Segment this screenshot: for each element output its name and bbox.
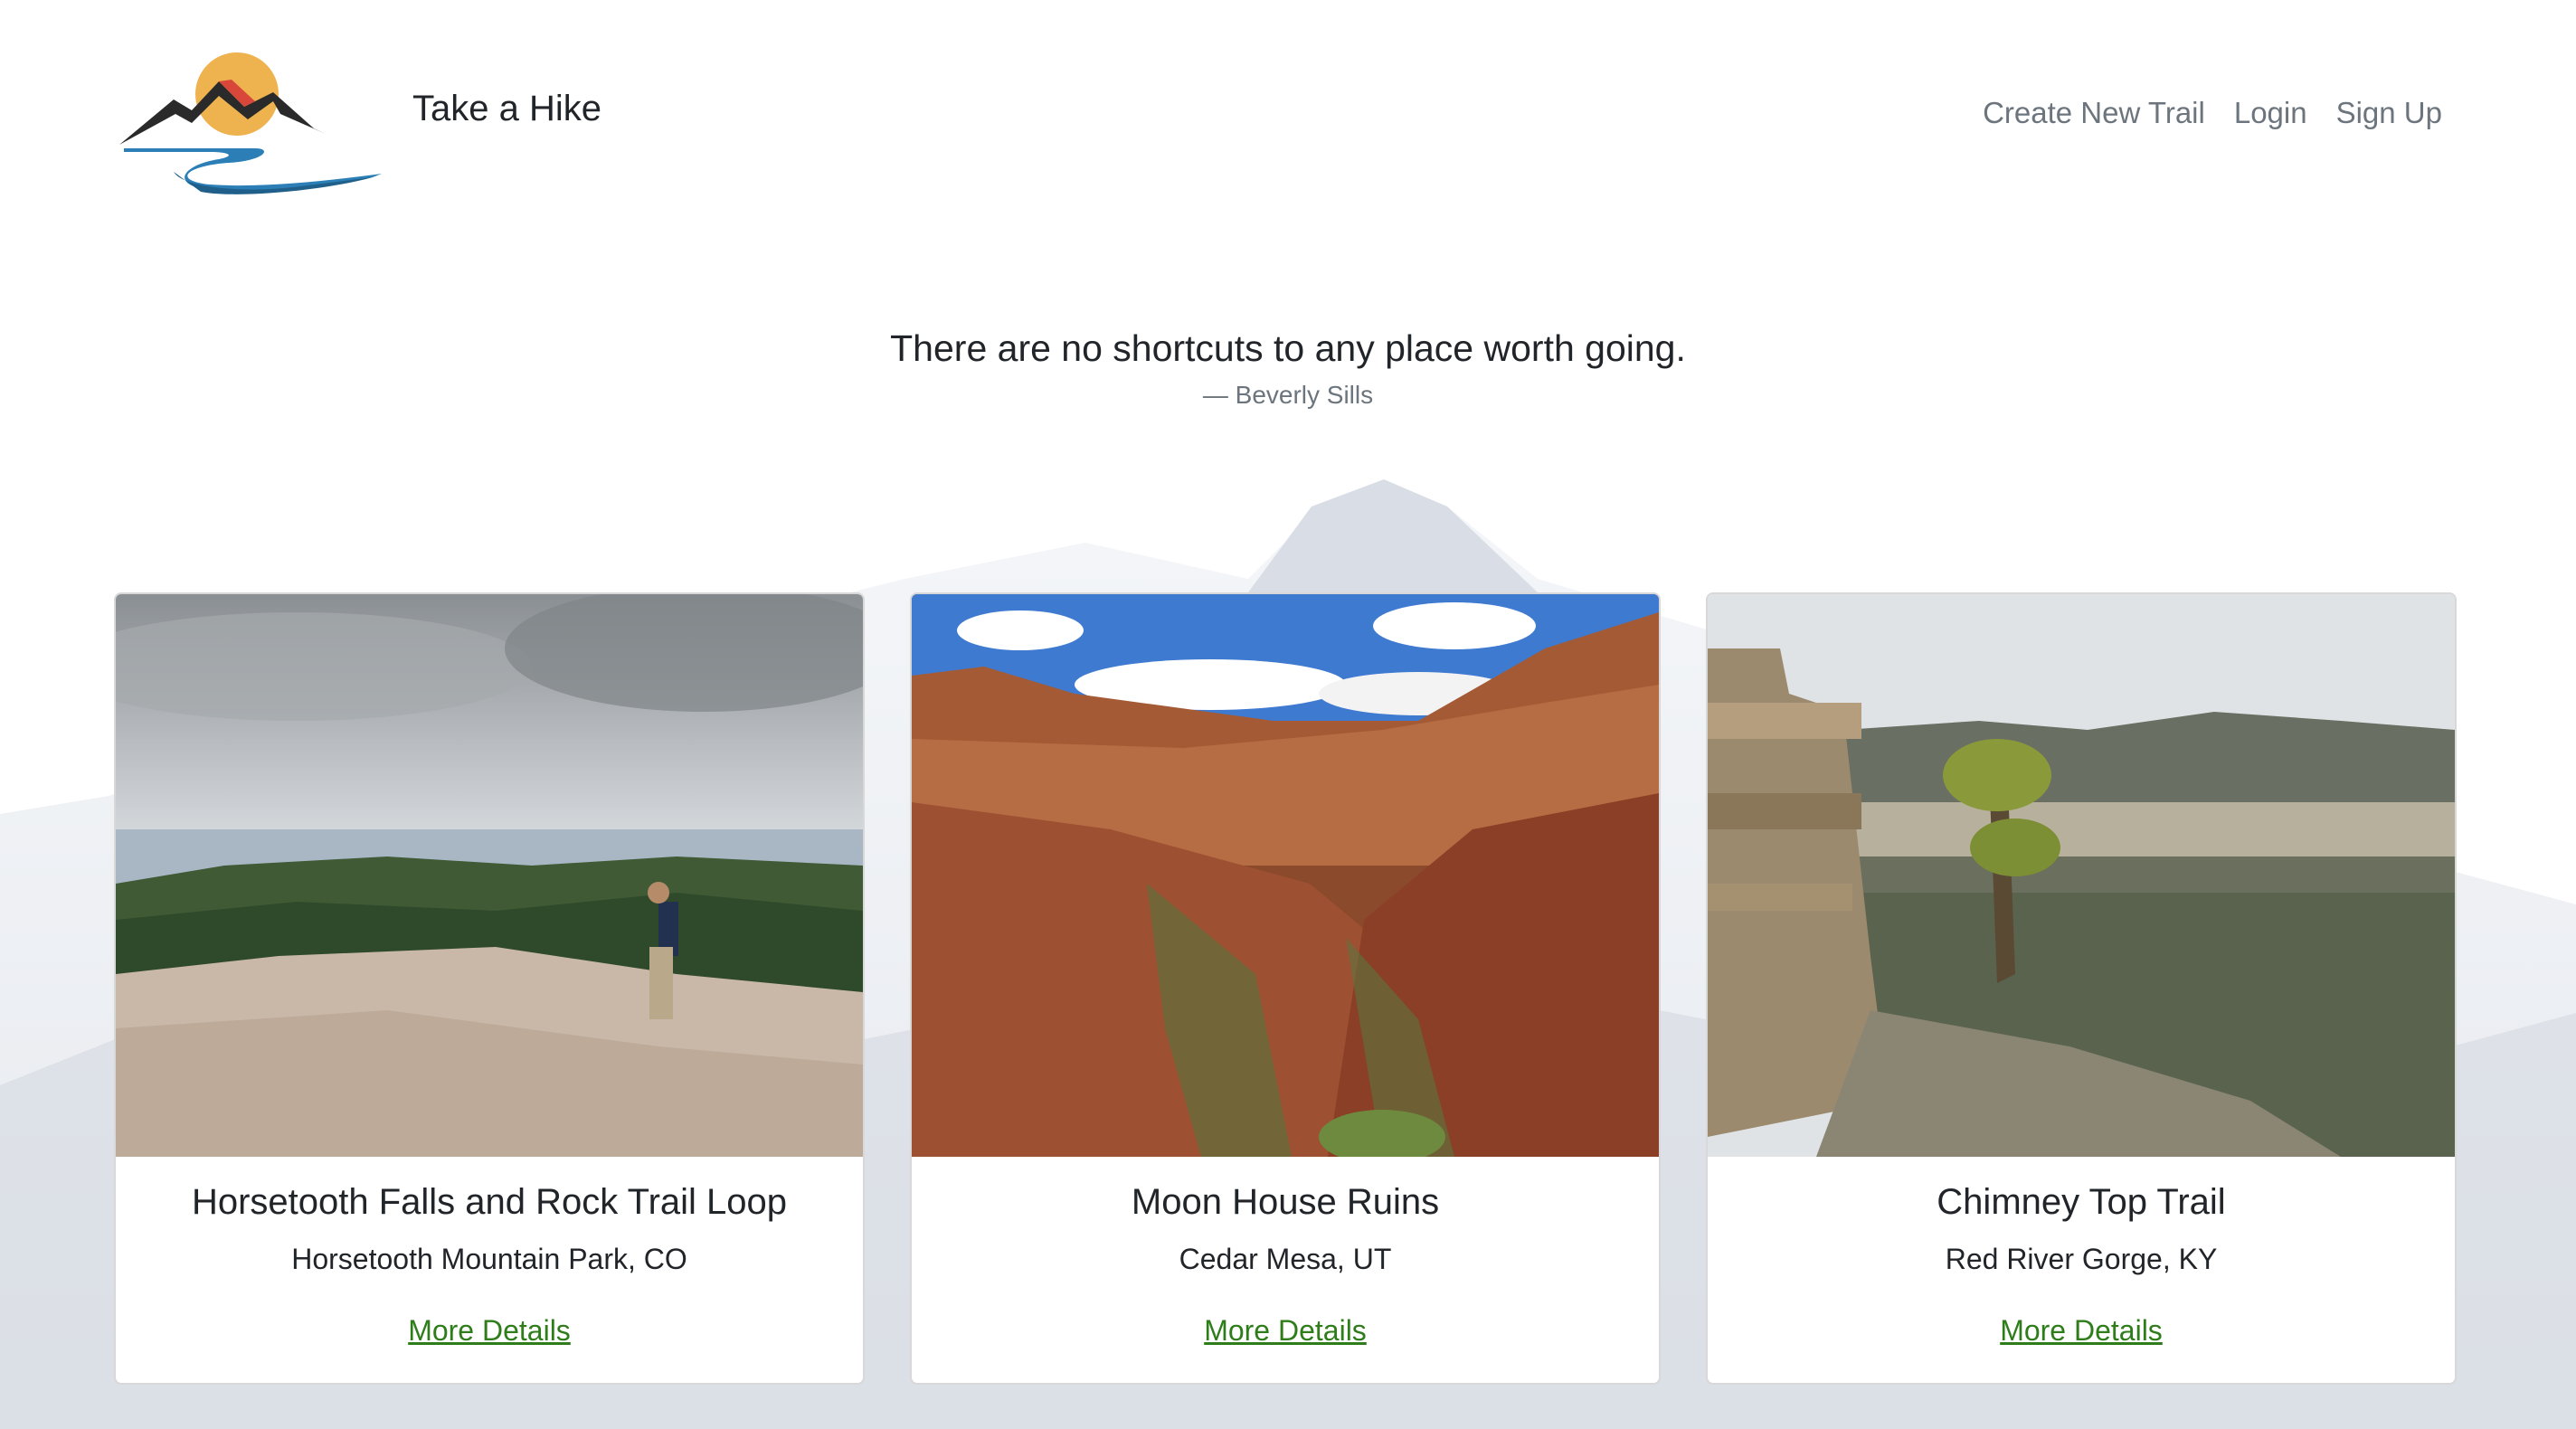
trail-card: Moon House Ruins Cedar Mesa, UT More Det… xyxy=(910,592,1661,1385)
quote-author: — Beverly Sills xyxy=(1202,381,1374,409)
trail-card-body: Moon House Ruins Cedar Mesa, UT More Det… xyxy=(912,1157,1659,1383)
quote-text: There are no shortcuts to any place wort… xyxy=(890,327,1686,369)
trail-name: Horsetooth Falls and Rock Trail Loop xyxy=(191,1182,788,1222)
trail-photo-chimney-top[interactable] xyxy=(1708,594,2455,1157)
trail-card: Horsetooth Falls and Rock Trail Loop Hor… xyxy=(114,592,865,1385)
nav-login[interactable]: Login xyxy=(2234,96,2307,130)
trail-location: Red River Gorge, KY xyxy=(1945,1243,2218,1275)
nav-links: Create New Trail Login Sign Up xyxy=(1983,96,2442,130)
trail-card: Chimney Top Trail Red River Gorge, KY Mo… xyxy=(1706,592,2457,1385)
nav-create-new-trail[interactable]: Create New Trail xyxy=(1983,96,2205,130)
more-details-link[interactable]: More Details xyxy=(408,1314,571,1348)
trail-photo-moon-house[interactable] xyxy=(912,594,1659,1157)
trail-location: Horsetooth Mountain Park, CO xyxy=(291,1243,687,1275)
trail-card-body: Horsetooth Falls and Rock Trail Loop Hor… xyxy=(116,1157,863,1383)
trail-card-body: Chimney Top Trail Red River Gorge, KY Mo… xyxy=(1708,1157,2455,1383)
more-details-link[interactable]: More Details xyxy=(2000,1314,2163,1348)
trail-location: Cedar Mesa, UT xyxy=(1179,1243,1392,1275)
logo-mountain-sun-river-icon[interactable] xyxy=(119,36,382,199)
trail-name: Moon House Ruins xyxy=(1131,1182,1440,1222)
trail-name: Chimney Top Trail xyxy=(1937,1182,2226,1222)
trail-photo-horsetooth[interactable] xyxy=(116,594,863,1157)
trail-card-list: Horsetooth Falls and Rock Trail Loop Hor… xyxy=(114,592,2458,1388)
brand-title[interactable]: Take a Hike xyxy=(412,89,601,129)
more-details-link[interactable]: More Details xyxy=(1204,1314,1367,1348)
navbar: Take a Hike Create New Trail Login Sign … xyxy=(0,0,2576,226)
quote-block: There are no shortcuts to any place wort… xyxy=(0,327,2576,410)
nav-sign-up[interactable]: Sign Up xyxy=(2336,96,2442,130)
